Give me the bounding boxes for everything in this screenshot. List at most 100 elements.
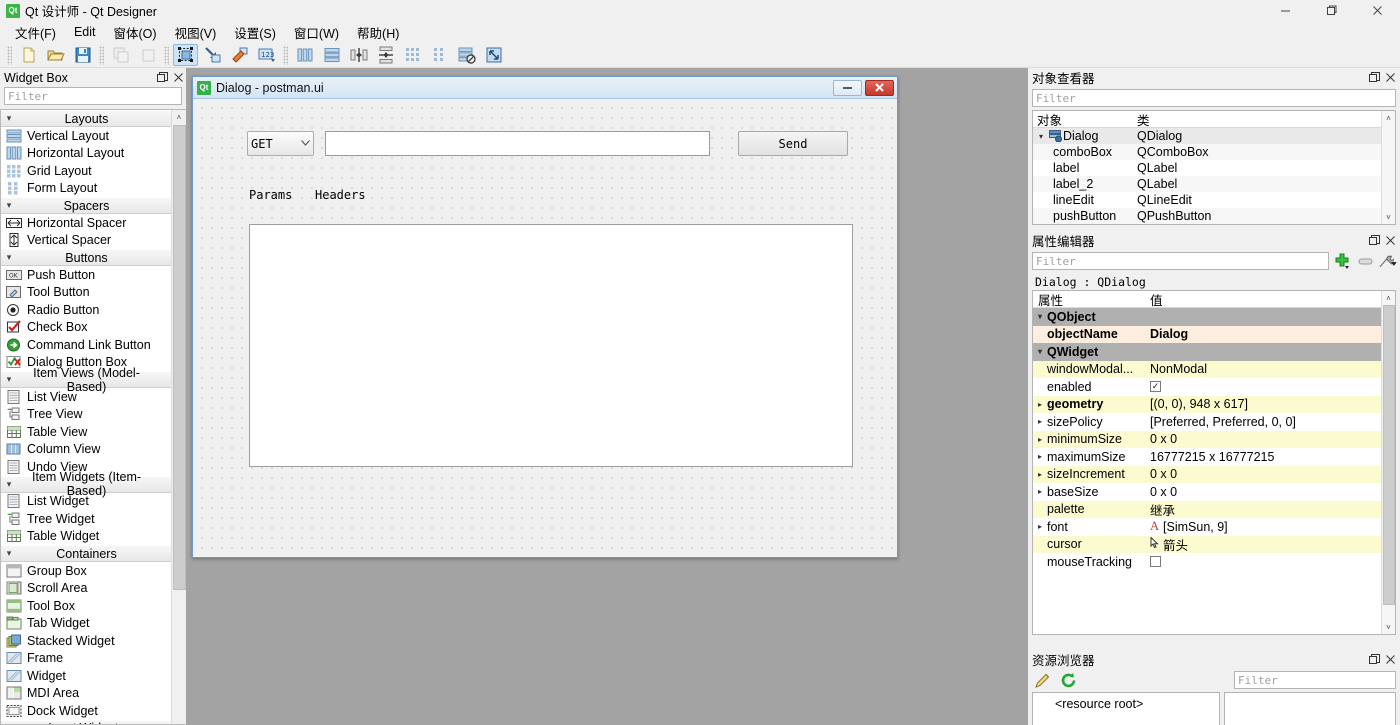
property-editor-scroll-thumb[interactable]: [1383, 305, 1395, 605]
widget-item-group-box[interactable]: Group Box: [1, 562, 172, 580]
property-row[interactable]: windowModal... NonModal: [1033, 360, 1395, 378]
object-inspector-row[interactable]: comboBox QComboBox: [1033, 144, 1395, 160]
category-item-widgets[interactable]: ▾ Item Widgets (Item-Based): [1, 470, 172, 498]
widget-item-vertical-spacer[interactable]: Vertical Spacer: [1, 232, 172, 250]
widget-item-table-widget[interactable]: Table Widget: [1, 528, 172, 546]
toolbar-grip-3[interactable]: [164, 45, 169, 65]
resource-browser-close-button[interactable]: [1382, 652, 1398, 668]
object-inspector-float-button[interactable]: [1366, 70, 1382, 86]
layout-form-icon[interactable]: [427, 44, 452, 66]
widget-item-mdi-area[interactable]: MDI Area: [1, 685, 172, 703]
property-editor-scroll-down[interactable]: ˅: [1382, 620, 1395, 634]
widget-item-tree-widget[interactable]: Tree Widget: [1, 510, 172, 528]
widget-box-close-button[interactable]: [170, 70, 186, 86]
remove-dynamic-property-icon[interactable]: [1355, 252, 1375, 270]
maximize-button[interactable]: [1308, 0, 1354, 21]
widget-item-scroll-area[interactable]: Scroll Area: [1, 580, 172, 598]
menu-window[interactable]: 窗口(W): [285, 21, 348, 44]
class-column-header[interactable]: 类: [1133, 111, 1395, 128]
object-inspector-scroll-down[interactable]: ˅: [1382, 210, 1395, 224]
reload-resources-icon[interactable]: [1058, 671, 1078, 689]
save-form-icon[interactable]: [70, 44, 95, 66]
widget-box-scroll-thumb[interactable]: [173, 125, 186, 590]
form-dialog-window[interactable]: Qt Dialog - postman.ui GET Send Params H…: [192, 76, 898, 558]
redo-icon[interactable]: [135, 44, 160, 66]
widget-item-tree-view[interactable]: Tree View: [1, 406, 172, 424]
widget-item-form-layout[interactable]: Form Layout: [1, 180, 172, 198]
widget-item-grid-layout[interactable]: Grid Layout: [1, 162, 172, 180]
property-editor-close-button[interactable]: [1382, 233, 1398, 249]
toolbar-grip-4[interactable]: [283, 45, 288, 65]
widget-item-column-view[interactable]: Column View: [1, 441, 172, 459]
enabled-checkbox[interactable]: ✓: [1150, 381, 1161, 393]
chevron-icon[interactable]: ▸: [1033, 470, 1047, 479]
property-editor-float-button[interactable]: [1366, 233, 1382, 249]
property-row[interactable]: ▸ font A [SimSun, 9]: [1033, 518, 1395, 536]
chevron-icon[interactable]: ▸: [1033, 400, 1047, 409]
property-row[interactable]: ▸ minimumSize 0 x 0: [1033, 430, 1395, 448]
category-containers[interactable]: ▾ Containers: [1, 545, 172, 562]
object-inspector-scrollbar[interactable]: ˄ ˅: [1381, 111, 1395, 224]
resource-browser-filter-input[interactable]: Filter: [1234, 671, 1396, 689]
object-inspector-row[interactable]: pushButton QPushButton: [1033, 208, 1395, 224]
property-row[interactable]: ▸ maximumSize 16777215 x 16777215: [1033, 448, 1395, 466]
value-column-header[interactable]: 值: [1145, 291, 1395, 308]
layout-vertically-icon[interactable]: [319, 44, 344, 66]
mouseTracking-checkbox[interactable]: [1150, 556, 1161, 568]
property-row[interactable]: cursor 箭头: [1033, 535, 1395, 553]
object-inspector-row[interactable]: lineEdit QLineEdit: [1033, 192, 1395, 208]
widget-item-radio-button[interactable]: Radio Button: [1, 301, 172, 319]
widget-item-frame[interactable]: Frame: [1, 650, 172, 668]
menu-view[interactable]: 视图(V): [166, 21, 226, 44]
object-inspector-row[interactable]: label_2 QLabel: [1033, 176, 1395, 192]
widget-box-filter-input[interactable]: Filter: [4, 87, 182, 105]
widget-box-scrollbar[interactable]: ˄: [171, 110, 186, 724]
property-row[interactable]: ▸ sizeIncrement 0 x 0: [1033, 465, 1395, 483]
object-inspector-filter-input[interactable]: Filter: [1032, 89, 1396, 107]
new-form-icon[interactable]: [16, 44, 41, 66]
break-layout-icon[interactable]: [454, 44, 479, 66]
menu-help[interactable]: 帮助(H): [348, 21, 408, 44]
form-canvas[interactable]: GET Send Params Headers: [193, 99, 897, 557]
widget-box-float-button[interactable]: [154, 70, 170, 86]
edit-buddies-icon[interactable]: [227, 44, 252, 66]
property-column-header[interactable]: 属性: [1033, 291, 1145, 308]
form-dialog-minimize-button[interactable]: [833, 79, 862, 96]
toolbar-grip-2[interactable]: [99, 45, 104, 65]
property-editor-filter-input[interactable]: Filter: [1032, 252, 1329, 270]
toolbar-grip[interactable]: [7, 45, 12, 65]
widget-item-command-link-button[interactable]: Command Link Button: [1, 336, 172, 354]
property-row[interactable]: ▸ geometry [(0, 0), 948 x 617]: [1033, 395, 1395, 413]
property-row[interactable]: ▾ QWidget: [1033, 343, 1395, 361]
open-form-icon[interactable]: [43, 44, 68, 66]
send-button[interactable]: Send: [738, 131, 848, 156]
category-buttons[interactable]: ▾ Buttons: [1, 249, 172, 266]
property-row[interactable]: enabled ✓: [1033, 378, 1395, 396]
property-row[interactable]: ▾ QObject: [1033, 308, 1395, 326]
edit-resources-icon[interactable]: [1032, 671, 1052, 689]
menu-settings[interactable]: 设置(S): [225, 21, 285, 44]
property-row[interactable]: ▸ baseSize 0 x 0: [1033, 483, 1395, 501]
widget-item-vertical-layout[interactable]: Vertical Layout: [1, 127, 172, 145]
menu-edit[interactable]: Edit: [65, 23, 105, 41]
menu-form[interactable]: 窗体(O): [105, 21, 166, 44]
form-dialog-close-button[interactable]: [865, 79, 894, 96]
chevron-icon[interactable]: ▸: [1033, 487, 1047, 496]
object-inspector-row[interactable]: ▾ Dialog QDialog: [1033, 128, 1395, 144]
layout-vertical-splitter-icon[interactable]: [373, 44, 398, 66]
undo-icon[interactable]: [108, 44, 133, 66]
property-row[interactable]: objectName Dialog: [1033, 325, 1395, 343]
minimize-button[interactable]: [1262, 0, 1308, 21]
layout-horizontally-icon[interactable]: [292, 44, 317, 66]
chevron-icon[interactable]: ▸: [1033, 452, 1047, 461]
layout-grid-icon[interactable]: [400, 44, 425, 66]
category-item-views[interactable]: ▾ Item Views (Model-Based): [1, 366, 172, 394]
close-button[interactable]: [1354, 0, 1400, 21]
widget-item-push-button[interactable]: OK Push Button: [1, 266, 172, 284]
category-layouts[interactable]: ▾ Layouts: [1, 110, 172, 127]
adjust-size-icon[interactable]: [481, 44, 506, 66]
configure-settings-icon[interactable]: [1378, 252, 1398, 270]
chevron-icon[interactable]: ▸: [1033, 435, 1047, 444]
property-row[interactable]: ▸ sizePolicy [Preferred, Preferred, 0, 0]: [1033, 413, 1395, 431]
widget-box-scroll-up[interactable]: ˄: [172, 110, 186, 125]
